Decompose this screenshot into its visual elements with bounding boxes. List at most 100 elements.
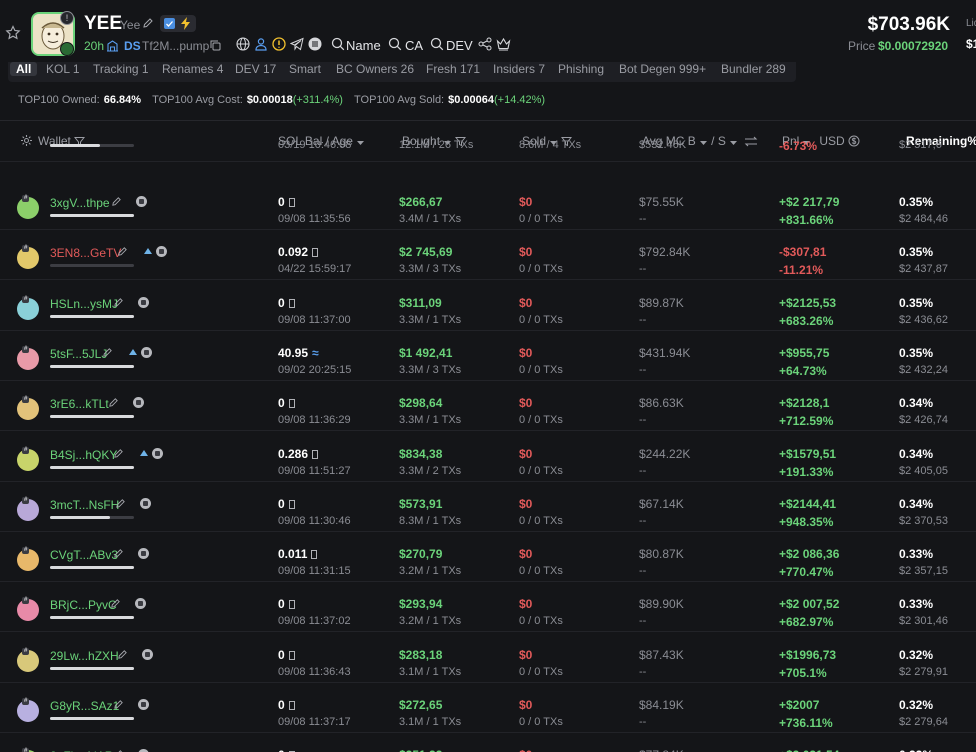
- token-address[interactable]: Tf2M...pump: [142, 39, 209, 53]
- wallet-address[interactable]: 3rE6...kTLt: [50, 397, 109, 411]
- tab-bot-degen[interactable]: Bot Degen 999+: [619, 62, 706, 76]
- tab-bundler[interactable]: Bundler 289: [721, 62, 786, 76]
- table-row[interactable]: # B4Sj...hQKY 0.286 09/08 11:51:27 $834,…: [0, 432, 976, 482]
- sol-balance: 0.286: [278, 447, 319, 461]
- dexscreener-link[interactable]: DS: [124, 39, 141, 53]
- warning-icon[interactable]: [272, 37, 286, 51]
- tab-renames[interactable]: Renames 4: [162, 62, 223, 76]
- wallet-address[interactable]: CVgT...ABv3: [50, 548, 118, 562]
- info-badge-icon[interactable]: !: [60, 11, 74, 25]
- table-row[interactable]: # G8yR...SAz1 0 09/08 11:37:17 $272,65 3…: [0, 683, 976, 733]
- wallet-avatar[interactable]: #: [17, 245, 39, 270]
- wallet-tag-icon[interactable]: [141, 346, 152, 358]
- avg-mc-buy: $431.94K: [639, 345, 691, 360]
- wallet-tag-icon[interactable]: [142, 648, 153, 660]
- menu-circle-icon[interactable]: [308, 37, 322, 51]
- share-icon[interactable]: [478, 37, 492, 51]
- wallet-address[interactable]: 3mcT...NsFH: [50, 498, 119, 512]
- table-row[interactable]: # BRjC...PyvC 0 09/08 11:37:02 $293,94 3…: [0, 582, 976, 633]
- search-name-icon[interactable]: [331, 37, 345, 51]
- tag-badge-icon[interactable]: [138, 447, 150, 459]
- search-ca-label[interactable]: CA: [405, 38, 423, 53]
- tab-smart[interactable]: Smart: [289, 62, 321, 76]
- wallet-address[interactable]: G8yR...SAz1: [50, 699, 119, 713]
- wallet-tag-icon[interactable]: [133, 397, 144, 409]
- table-row[interactable]: 03/19 10:46:08 12.1M / 26 TXs 8.6M / 4 T…: [0, 132, 976, 162]
- wallet-address[interactable]: 3EN8...GeTV: [50, 246, 121, 260]
- tab-tracking[interactable]: Tracking 1: [93, 62, 149, 76]
- edit-icon[interactable]: [110, 598, 121, 609]
- crown-icon[interactable]: [496, 37, 511, 51]
- tab-fresh[interactable]: Fresh 171: [426, 62, 480, 76]
- wallet-tag-icon[interactable]: [138, 699, 149, 710]
- edit-icon[interactable]: [115, 498, 126, 509]
- tab-bc-owners[interactable]: BC Owners 26: [336, 62, 414, 76]
- copy-icon[interactable]: [210, 40, 221, 51]
- wallet-address[interactable]: 3xgV...thpe: [50, 196, 110, 210]
- edit-icon[interactable]: [113, 448, 124, 459]
- edit-icon[interactable]: [113, 297, 124, 308]
- wallet-avatar[interactable]: #: [17, 647, 39, 672]
- user-icon[interactable]: [254, 37, 268, 51]
- table-row[interactable]: # HSLn...ysMJ 0 09/08 11:37:00 $311,09 3…: [0, 281, 976, 331]
- wallet-address[interactable]: HSLn...ysMJ: [50, 297, 118, 311]
- search-ca-icon[interactable]: [388, 37, 402, 51]
- table-row[interactable]: # 3EN8...GeTV 0.092 04/22 15:59:17 $2 74…: [0, 230, 976, 281]
- wallet-avatar[interactable]: #: [17, 345, 39, 370]
- building-icon[interactable]: [106, 39, 119, 52]
- wallet-address[interactable]: 5tsF...5JLJ: [50, 347, 107, 361]
- wallet-tag-icon[interactable]: [135, 598, 146, 610]
- search-name-label[interactable]: Name: [346, 38, 381, 53]
- wallet-tag-icon[interactable]: [156, 246, 167, 258]
- wallet-avatar[interactable]: #: [17, 396, 39, 421]
- table-row[interactable]: # CVgT...ABv3 0.011 09/08 11:31:15 $270,…: [0, 532, 976, 583]
- avg-mc-sell: --: [639, 464, 647, 477]
- pnl-percent: +191.33%: [779, 464, 834, 479]
- table-row[interactable]: # 3mcT...NsFH 0 09/08 11:30:46 $573,91 8…: [0, 482, 976, 532]
- edit-icon[interactable]: [113, 548, 124, 559]
- edit-icon[interactable]: [113, 699, 124, 710]
- table-row[interactable]: # 5tsF...5JLJ 40.95 ≈ 09/02 20:25:15 $1 4…: [0, 331, 976, 381]
- edit-icon[interactable]: [117, 246, 128, 257]
- edit-icon[interactable]: [111, 196, 122, 207]
- tab-phishing[interactable]: Phishing: [558, 62, 604, 76]
- table-row[interactable]: # 2pFk...fdAR 0 $251,33 $0 $77.84K +$2 0…: [0, 733, 976, 752]
- search-dev-icon[interactable]: [430, 37, 444, 51]
- tag-badge-icon[interactable]: [142, 245, 154, 257]
- edit-icon[interactable]: [117, 649, 128, 660]
- wallet-avatar[interactable]: #: [17, 496, 39, 521]
- wallet-tag-icon[interactable]: [138, 548, 149, 560]
- table-row[interactable]: # 3xgV...thpe 0 09/08 11:35:56 $266,67 3…: [0, 180, 976, 230]
- sold-txs: 0 / 0 TXs: [519, 565, 563, 578]
- wallet-avatar[interactable]: #: [17, 195, 39, 219]
- sol-balance: 0: [278, 748, 295, 752]
- edit-icon[interactable]: [108, 397, 119, 408]
- wallet-avatar[interactable]: #: [17, 698, 39, 722]
- telegram-icon[interactable]: [290, 37, 304, 51]
- wallet-tag-icon[interactable]: [138, 296, 149, 308]
- wallet-address[interactable]: BRjC...PyvC: [50, 598, 117, 612]
- table-row[interactable]: # 29Lw...hZXH 0 09/08 11:36:43 $283,18 3…: [0, 633, 976, 683]
- edit-icon[interactable]: [142, 17, 154, 29]
- edit-icon[interactable]: [102, 347, 113, 358]
- tag-badge-icon[interactable]: [127, 346, 139, 358]
- tab-all[interactable]: All: [10, 62, 38, 76]
- wallet-tag-icon[interactable]: [140, 497, 151, 509]
- wallet-address[interactable]: 29Lw...hZXH: [50, 649, 119, 663]
- wallet-avatar[interactable]: #: [17, 597, 39, 622]
- wallet-avatar[interactable]: #: [17, 295, 39, 320]
- wallet-address[interactable]: B4Sj...hQKY: [50, 448, 117, 462]
- table-row[interactable]: # 3rE6...kTLt 0 09/08 11:36:29 $298,64 3…: [0, 381, 976, 432]
- globe-icon[interactable]: [236, 37, 250, 51]
- pnl-percent: +712.59%: [779, 414, 834, 429]
- tab-insiders[interactable]: Insiders 7: [493, 62, 545, 76]
- remaining-percent: 0.35%: [899, 345, 934, 360]
- wallet-tag-icon[interactable]: [136, 196, 147, 207]
- tab-kol[interactable]: KOL 1: [46, 62, 80, 76]
- search-dev-label[interactable]: DEV: [446, 38, 473, 53]
- wallet-avatar[interactable]: #: [17, 547, 39, 572]
- wallet-avatar[interactable]: #: [17, 446, 39, 471]
- favorite-star-icon[interactable]: [5, 25, 21, 41]
- tab-dev[interactable]: DEV 17: [235, 62, 276, 76]
- wallet-tag-icon[interactable]: [152, 447, 163, 459]
